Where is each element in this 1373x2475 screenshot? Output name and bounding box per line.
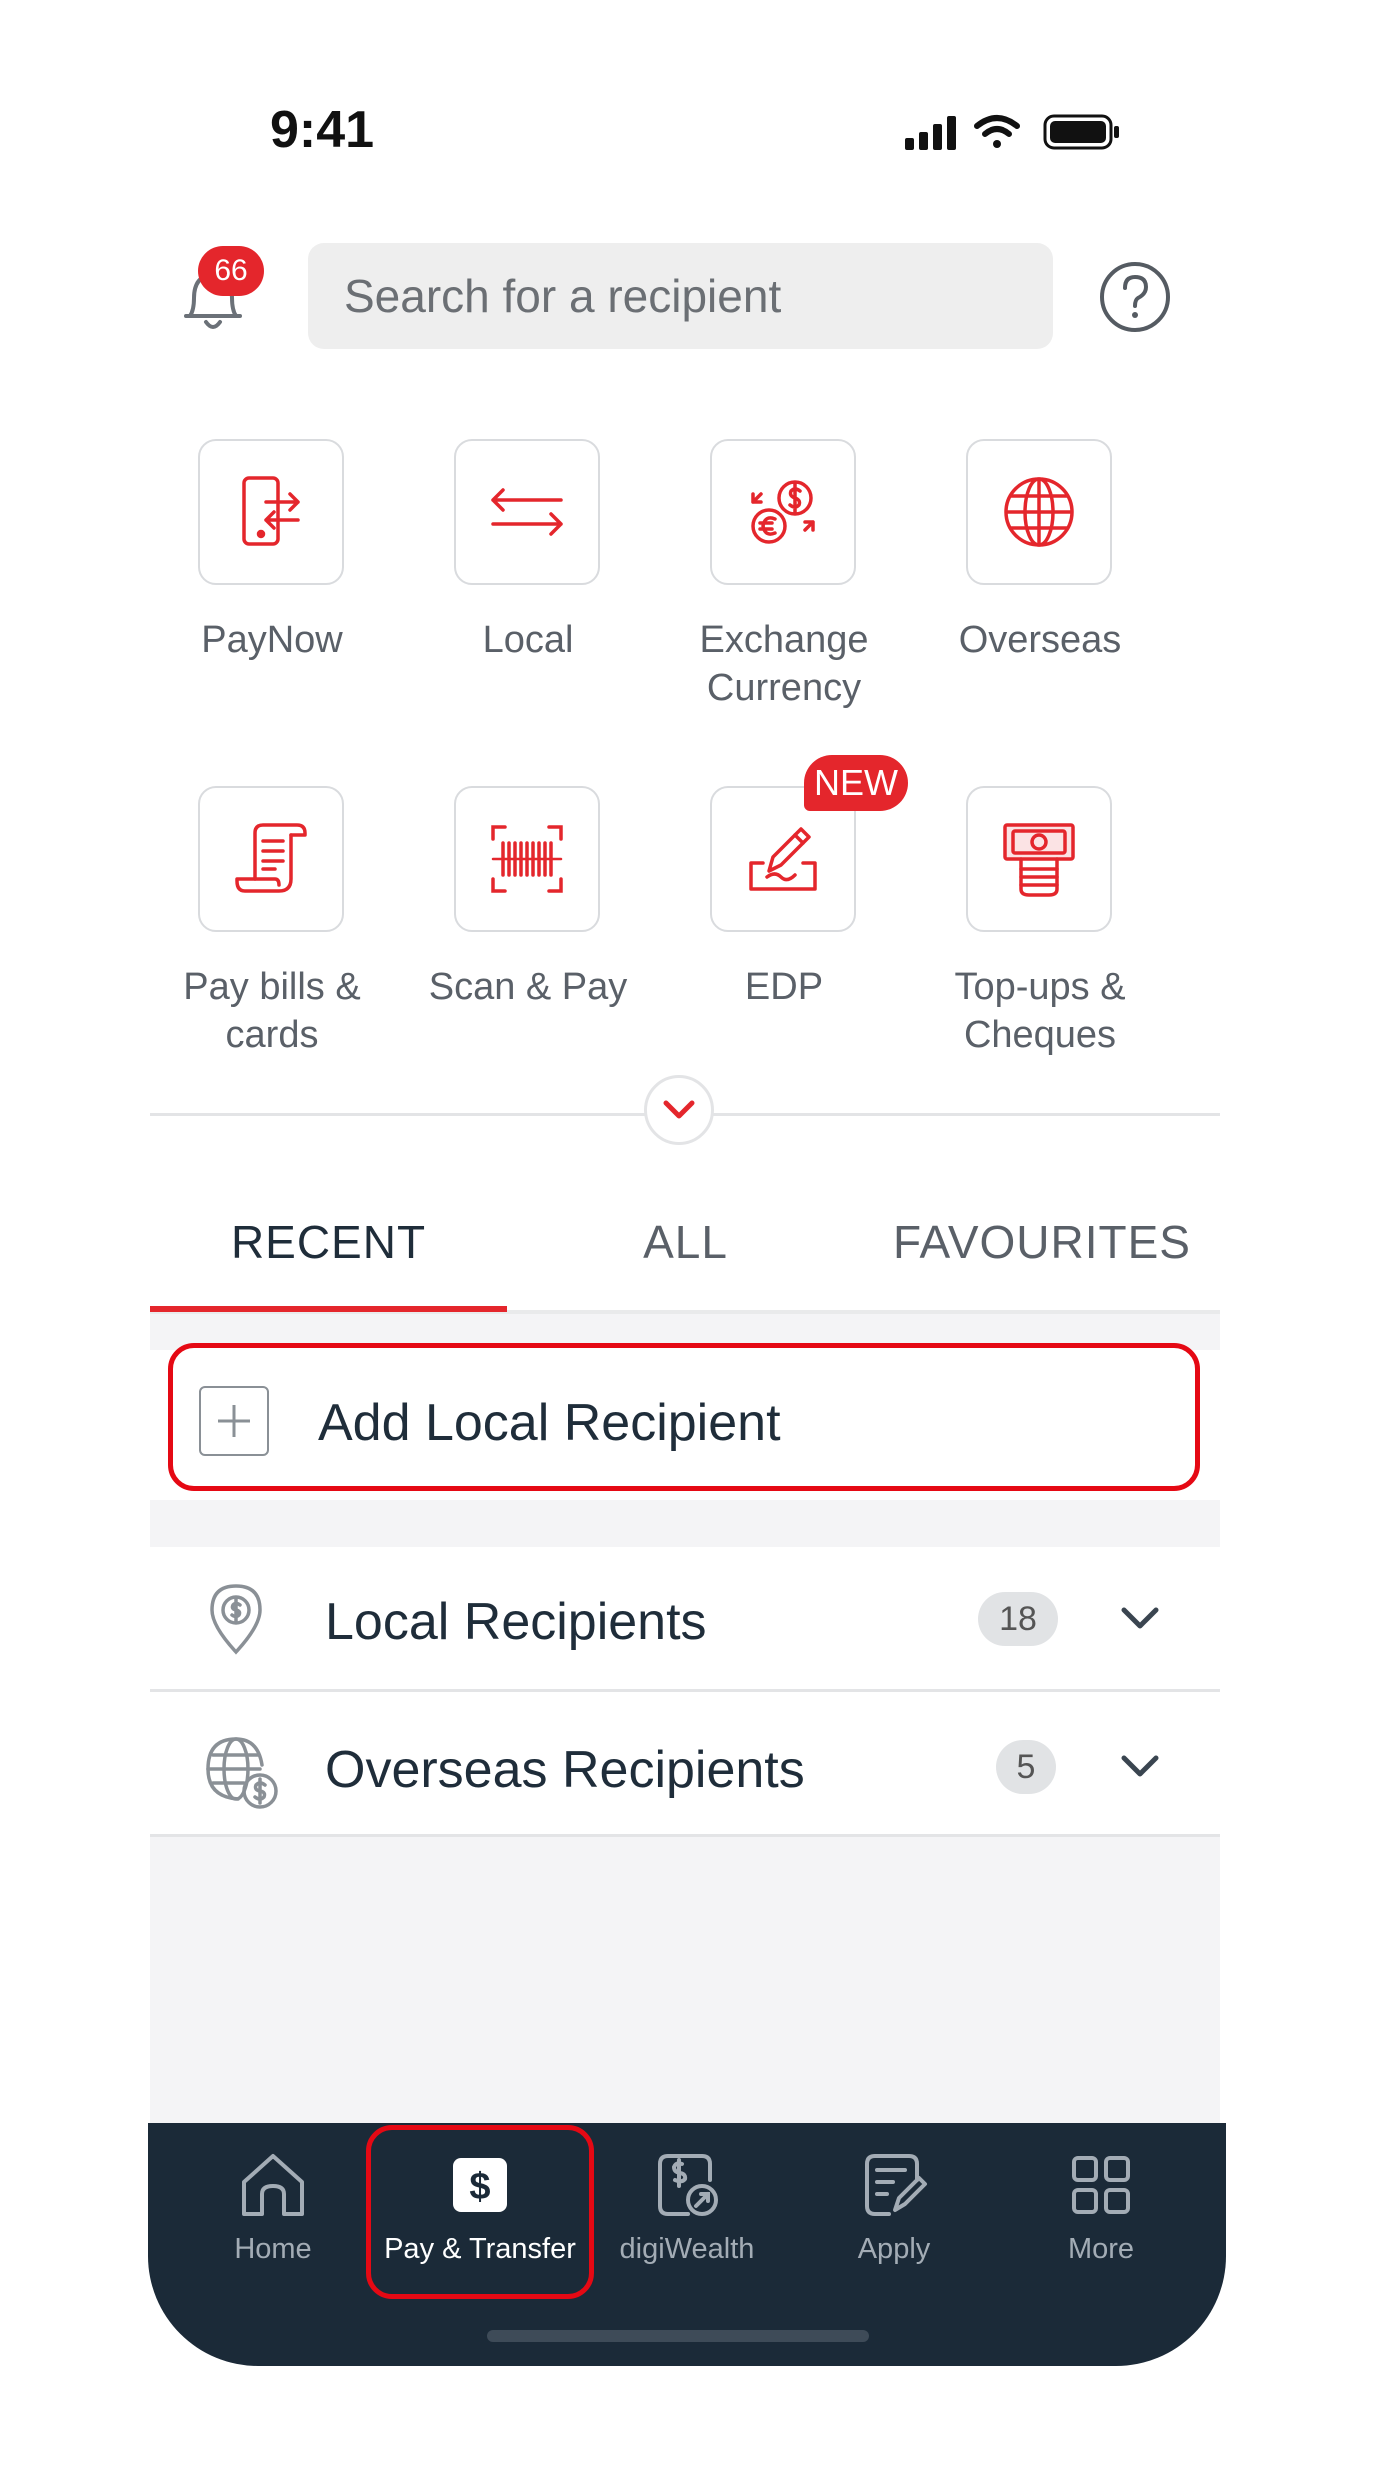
nav-apply[interactable]: Apply — [794, 2150, 994, 2266]
quick-action-local[interactable] — [454, 439, 600, 585]
quick-action-label: Top-ups & Cheques — [954, 966, 1126, 1056]
quick-action-label: Local — [482, 619, 574, 661]
globe-dollar-icon — [204, 1735, 280, 1816]
overseas-recipients-label: Overseas Recipients — [325, 1741, 805, 1799]
quick-action-label: Overseas — [958, 619, 1122, 661]
quick-action-overseas[interactable] — [966, 439, 1112, 585]
quick-action-label: Scan & Pay — [428, 966, 628, 1008]
add-recipient-label: Add Local Recipient — [318, 1394, 781, 1452]
cash-topup-icon — [966, 786, 1112, 932]
quick-action-pay-bills[interactable] — [198, 786, 344, 932]
grid-icon — [1072, 2156, 1130, 2214]
quick-action-label: Exchange Currency — [699, 619, 869, 709]
nav-label: Home — [234, 2233, 312, 2265]
tab-recent[interactable]: RECENT — [150, 1215, 507, 1269]
nav-label: digiWealth — [619, 2233, 755, 2265]
barcode-scan-icon — [454, 786, 600, 932]
wealth-icon — [658, 2154, 718, 2216]
plus-icon — [199, 1386, 269, 1456]
paynow-icon — [198, 439, 344, 585]
nav-label: Apply — [857, 2233, 931, 2265]
notification-count-badge: 66 — [198, 246, 264, 296]
battery-icon — [1043, 114, 1119, 150]
chevron-down-icon — [663, 1100, 695, 1119]
home-icon — [242, 2154, 304, 2216]
quick-action-label: PayNow — [201, 619, 343, 661]
cellular-signal-icon — [905, 116, 956, 150]
status-time: 9:41 — [270, 101, 375, 159]
help-icon[interactable] — [1098, 260, 1172, 334]
overseas-recipients-count: 5 — [996, 1740, 1056, 1794]
quick-action-label: Pay bills & cards — [183, 966, 361, 1056]
chevron-down-icon[interactable] — [1120, 1605, 1160, 1636]
tab-all[interactable]: ALL — [507, 1215, 864, 1269]
apply-form-icon — [865, 2154, 927, 2216]
quick-action-label: EDP — [744, 966, 824, 1008]
quick-action-topups-cheques[interactable] — [966, 786, 1112, 932]
chevron-down-icon[interactable] — [1120, 1753, 1160, 1784]
globe-icon — [966, 439, 1112, 585]
quick-action-paynow[interactable] — [198, 439, 344, 585]
wifi-icon — [974, 115, 1020, 148]
expand-actions-button[interactable] — [644, 1075, 714, 1145]
home-indicator[interactable] — [487, 2330, 869, 2342]
currency-exchange-icon — [710, 439, 856, 585]
active-tab-indicator — [150, 1306, 507, 1312]
local-recipients-label: Local Recipients — [325, 1593, 707, 1651]
local-recipients-count: 18 — [978, 1592, 1058, 1646]
bill-receipt-icon — [198, 786, 344, 932]
transfer-arrows-icon — [454, 439, 600, 585]
quick-action-scan-pay[interactable] — [454, 786, 600, 932]
active-nav-highlight — [366, 2125, 594, 2299]
location-dollar-icon — [208, 1582, 264, 1661]
nav-label: More — [1067, 2233, 1135, 2265]
nav-more[interactable]: More — [1001, 2150, 1201, 2266]
quick-action-exchange-currency[interactable] — [710, 439, 856, 585]
nav-digiwealth[interactable]: digiWealth — [587, 2150, 787, 2266]
nav-home[interactable]: Home — [173, 2150, 373, 2266]
search-input[interactable] — [308, 243, 1053, 349]
status-icons — [905, 112, 1125, 157]
tab-favourites[interactable]: FAVOURITES — [864, 1215, 1220, 1269]
new-badge: NEW — [804, 755, 908, 811]
